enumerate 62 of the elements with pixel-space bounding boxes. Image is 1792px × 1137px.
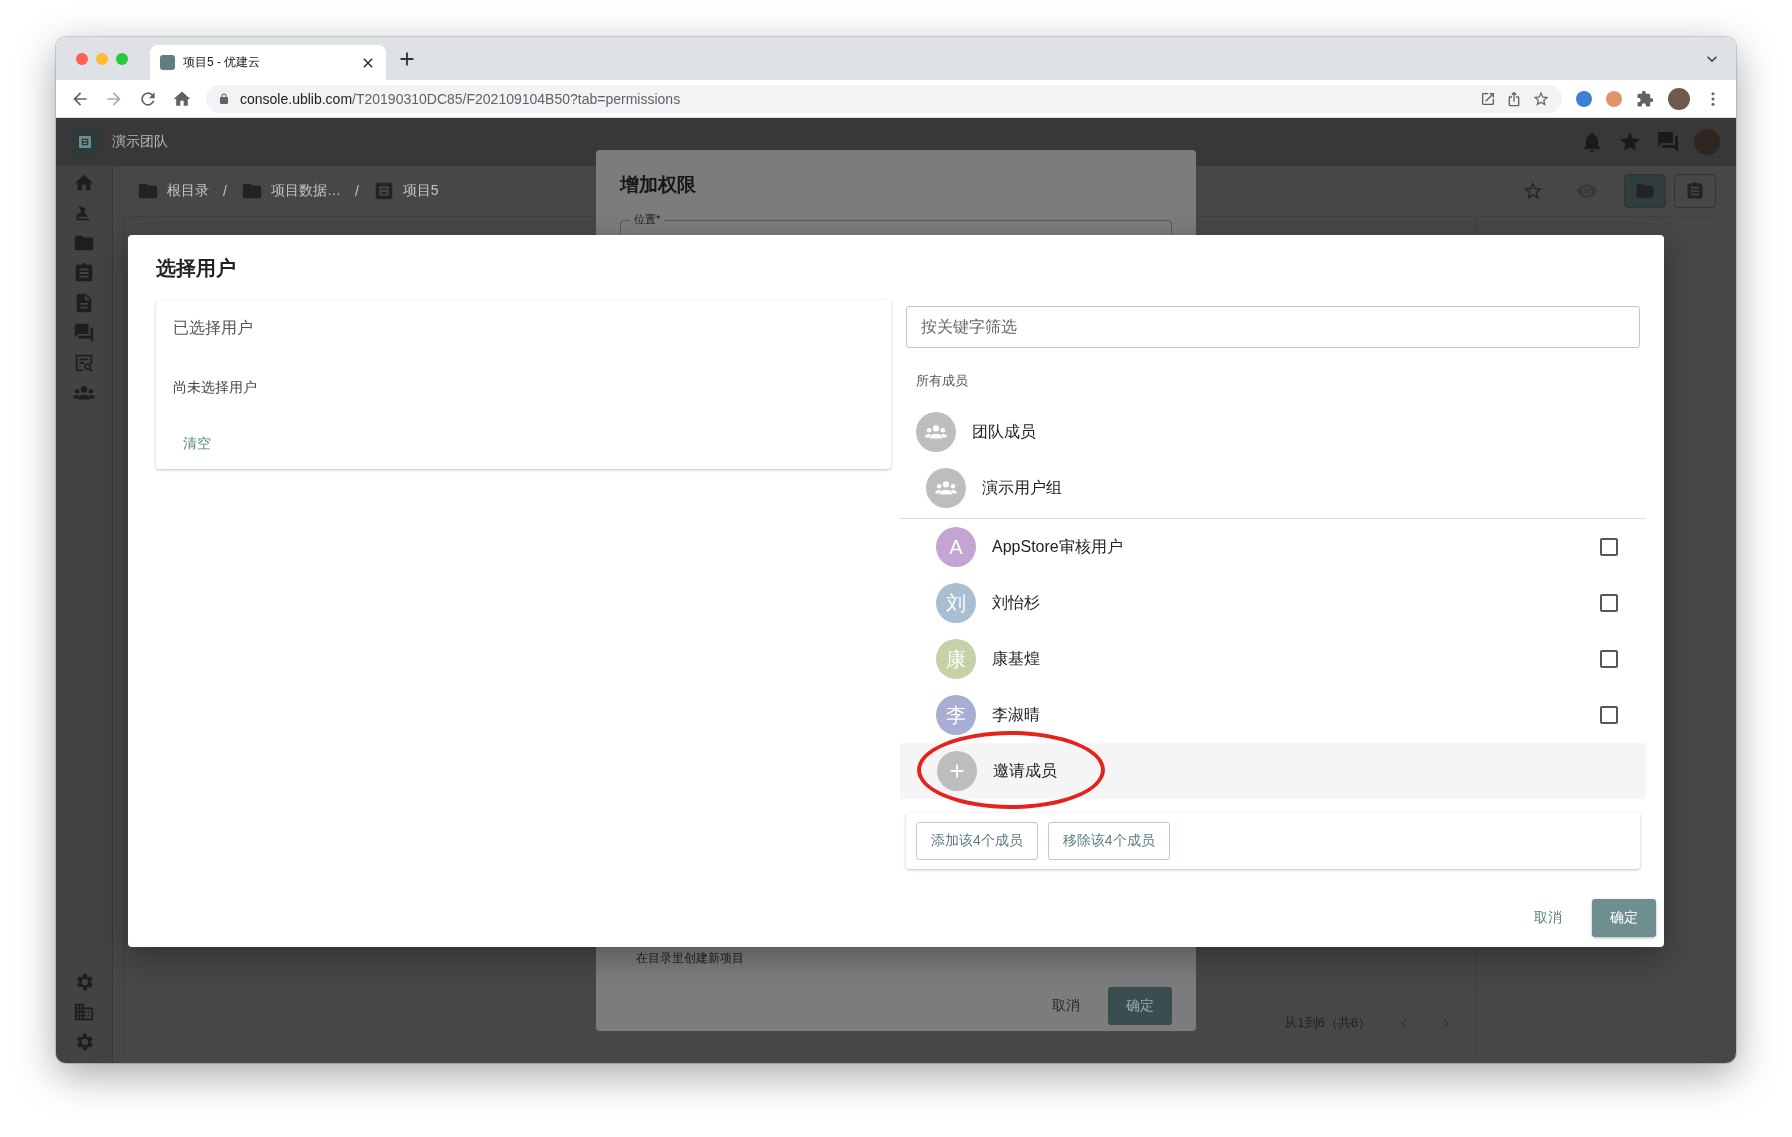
user-avatar: 刘 (936, 583, 976, 623)
user-avatar: 康 (936, 639, 976, 679)
cancel-button[interactable]: 取消 (1044, 989, 1088, 1023)
add-members-button[interactable]: 添加该4个成员 (916, 822, 1038, 860)
hint-text: 在目录里创建新项目 (636, 950, 745, 967)
confirm-button[interactable]: 确定 (1592, 899, 1656, 937)
member-checkbox[interactable] (1600, 538, 1618, 556)
site-icon (160, 55, 175, 70)
external-link-icon[interactable] (1480, 90, 1496, 107)
puzzle-icon[interactable] (1636, 89, 1654, 108)
member-name[interactable]: 康基煌 (992, 648, 1584, 670)
folder-icon[interactable] (1635, 181, 1655, 201)
user-avatar[interactable] (1694, 129, 1720, 155)
breadcrumb-link[interactable]: 项目5 (402, 182, 439, 200)
clipboard-icon[interactable] (1685, 181, 1705, 201)
breadcrumb-link[interactable]: 项目数据… (270, 182, 341, 200)
building-icon[interactable] (73, 1001, 95, 1023)
member-name[interactable]: 李淑晴 (992, 704, 1584, 726)
user-avatar: A (936, 527, 976, 567)
dialog-title: 增加权限 (620, 173, 697, 197)
member-name[interactable]: AppStore审核用户 (992, 536, 1584, 558)
breadcrumb-link[interactable]: 根目录 (167, 182, 209, 200)
breadcrumb-separator: / (354, 183, 359, 199)
invite-row[interactable]: 邀请成员 (900, 743, 1646, 799)
empty-text: 尚未选择用户 (173, 379, 257, 397)
member-name[interactable]: 刘怡杉 (992, 592, 1584, 614)
share-icon[interactable] (1506, 90, 1522, 107)
address-bar[interactable]: console.ublib.com/T20190310DC85/F202109104B50?tab=permissions (206, 84, 1562, 113)
plus-icon (937, 751, 977, 791)
extension-icon[interactable] (1576, 90, 1592, 107)
member-checkbox[interactable] (1600, 594, 1618, 612)
chat-icon[interactable] (1656, 130, 1680, 154)
confirm-button[interactable]: 确定 (1108, 987, 1172, 1025)
profile-avatar[interactable] (1668, 87, 1690, 110)
star-icon[interactable] (1618, 130, 1642, 154)
remove-members-button[interactable]: 移除该4个成员 (1047, 822, 1170, 860)
lock-icon[interactable] (218, 92, 230, 105)
close-window-button[interactable] (76, 52, 88, 65)
group-name[interactable]: 团队成员 (972, 421, 1640, 443)
clear-button[interactable]: 清空 (173, 429, 221, 459)
extension-icon[interactable] (1606, 90, 1622, 107)
cancel-button[interactable]: 取消 (1526, 901, 1570, 935)
member-checkbox[interactable] (1600, 650, 1618, 668)
list-view-button[interactable] (1674, 174, 1716, 208)
app-logo[interactable] (72, 129, 98, 155)
minimize-window-button[interactable] (96, 52, 108, 65)
browser-tab[interactable]: 项目5 - 优建云 (150, 45, 386, 80)
user-avatar: 李 (936, 695, 976, 735)
section-label: 所有成员 (916, 372, 969, 390)
member-checkbox[interactable] (1600, 706, 1618, 724)
search-field[interactable]: 按关键字筛选 (906, 306, 1640, 348)
breadcrumb-separator: / (223, 183, 227, 199)
group-name[interactable]: 演示用户组 (982, 477, 1640, 499)
field-label: 位置* (630, 212, 665, 227)
dialog-title: 选择用户 (156, 256, 237, 281)
maximize-window-button[interactable] (116, 52, 128, 65)
folder-view-button[interactable] (1624, 174, 1666, 208)
star-outline-icon[interactable] (1522, 180, 1544, 202)
card-title: 已选择用户 (173, 318, 253, 338)
clipboard-icon[interactable] (73, 262, 95, 284)
document-search-icon[interactable] (73, 352, 95, 374)
chat-icon[interactable] (73, 322, 95, 344)
